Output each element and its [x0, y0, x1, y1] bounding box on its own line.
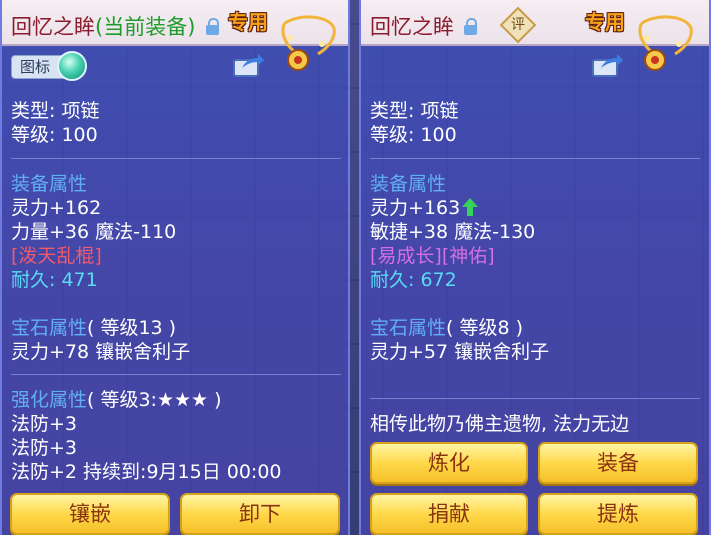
durability-line: 耐久: 471: [11, 269, 98, 291]
item-title: 回忆之眸(当前装备): [11, 15, 196, 39]
item-description: 相传此物乃佛主遗物, 法力无边: [370, 413, 630, 435]
durability-label: 耐久:: [370, 269, 421, 291]
durability-line: 耐久: 672: [370, 269, 457, 291]
attr-line-1: 灵力+163: [370, 197, 479, 219]
green-orb-icon: [57, 51, 87, 81]
equip-heading: 装备属性: [370, 173, 447, 195]
enhance-line-2: 法防+3: [11, 437, 78, 459]
up-arrow-stem: [467, 205, 474, 216]
durability-label: 耐久:: [11, 269, 62, 291]
icon-toggle[interactable]: 图标: [11, 51, 91, 81]
share-icon[interactable]: [591, 52, 625, 78]
donate-button[interactable]: 捐献: [370, 493, 528, 535]
divider: [11, 158, 341, 159]
attr-value: 灵力+163: [370, 197, 461, 219]
enhance-line-3: 法防+2 持续到:9月15日 00:00: [11, 461, 282, 483]
gem-heading-line: 宝石属性( 等级13 ): [11, 317, 176, 339]
attr-line-2: 敏捷+38 魔法-130: [370, 221, 536, 243]
type-line: 类型: 项链: [370, 100, 459, 122]
durability-value: 471: [61, 269, 98, 291]
gem-level: ( 等级13 ): [87, 317, 177, 339]
level-line: 等级: 100: [370, 124, 457, 146]
item-title: 回忆之眸: [370, 15, 454, 39]
necklace-icon: [281, 15, 336, 71]
equipped-item-panel: 回忆之眸(当前装备) 专用 图标 类型: 项链 等级: 100 装备属性 灵力+…: [0, 0, 350, 535]
lock-icon[interactable]: [206, 18, 219, 36]
rate-badge-label: 评: [511, 17, 525, 33]
compare-item-panel: 回忆之眸 评 专用 类型: 项链 等级: 100 装备属性 灵力+163 敏捷+…: [359, 0, 711, 535]
lock-icon[interactable]: [464, 18, 477, 36]
enhance-heading-line: 强化属性( 等级3:★★★ ): [11, 389, 222, 411]
refine-button[interactable]: 炼化: [370, 442, 528, 484]
gem-heading-line: 宝石属性( 等级8 ): [370, 317, 523, 339]
share-icon[interactable]: [232, 52, 266, 78]
special-label: 专用: [228, 10, 268, 34]
attr-line-1: 灵力+162: [11, 197, 102, 219]
attr-line-2: 力量+36 魔法-110: [11, 221, 177, 243]
gem-attr: 灵力+57 镶嵌舍利子: [370, 341, 550, 363]
divider: [370, 158, 700, 159]
enhance-line-1: 法防+3: [11, 413, 78, 435]
special-skill: [泼天乱棍]: [11, 245, 102, 267]
unequip-button[interactable]: 卸下: [180, 493, 340, 535]
special-skill: [易成长][神佑]: [370, 245, 495, 267]
gem-level: ( 等级8 ): [446, 317, 524, 339]
extract-button[interactable]: 提炼: [538, 493, 698, 535]
equip-heading: 装备属性: [11, 173, 88, 195]
inlay-button[interactable]: 镶嵌: [10, 493, 170, 535]
enhance-heading: 强化属性: [11, 389, 88, 411]
gem-heading: 宝石属性: [11, 317, 88, 339]
durability-value: 672: [420, 269, 457, 291]
necklace-icon: [638, 15, 693, 71]
divider: [370, 398, 700, 399]
divider: [11, 374, 341, 375]
gem-attr: 灵力+78 镶嵌舍利子: [11, 341, 191, 363]
gem-heading: 宝石属性: [370, 317, 447, 339]
special-label: 专用: [585, 10, 625, 34]
level-line: 等级: 100: [11, 124, 98, 146]
equip-button[interactable]: 装备: [538, 442, 698, 484]
type-line: 类型: 项链: [11, 100, 100, 122]
enhance-level: ( 等级3:★★★ ): [87, 389, 222, 411]
